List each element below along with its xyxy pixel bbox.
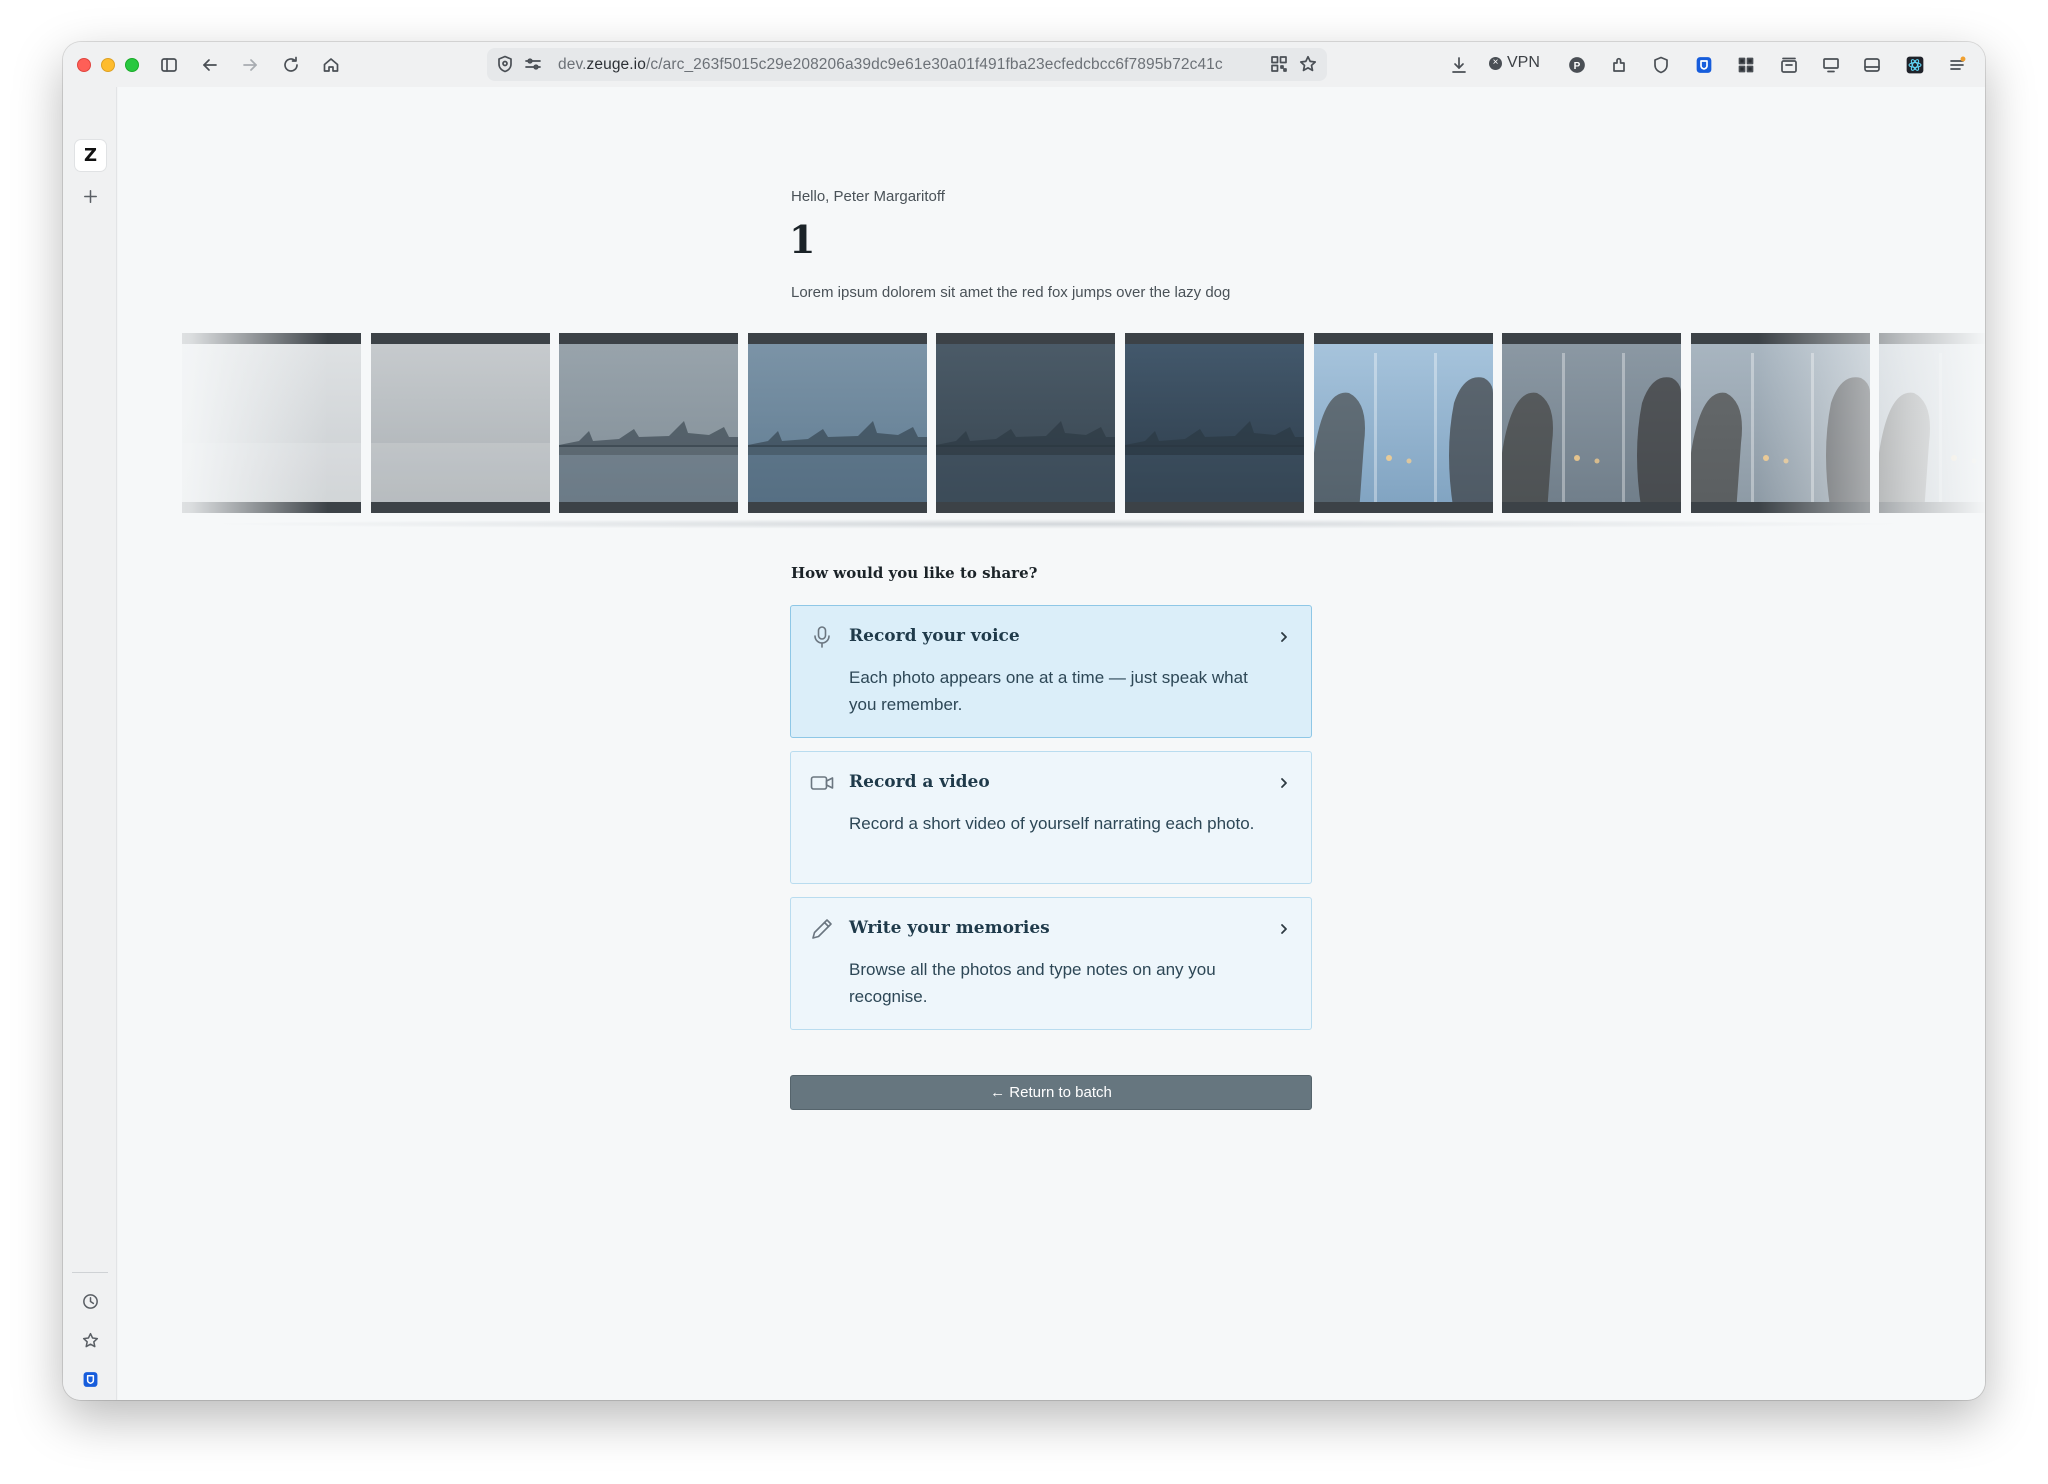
page-subtitle: Lorem ipsum dolorem sit amet the red fox… (791, 284, 1231, 301)
page-title-number: 1 (789, 217, 816, 262)
film-edge (1125, 502, 1304, 513)
url-path: /c/arc_263f5015c29e208206a39dc9e61e30a01… (645, 56, 1223, 73)
share-question-heading: How would you like to share? (791, 564, 1038, 582)
bookmark-star-icon[interactable] (1296, 52, 1320, 76)
minimize-window-button[interactable] (101, 57, 115, 72)
window-controls (77, 57, 139, 72)
microphone-icon (809, 624, 835, 650)
filmstrip-shadow (198, 519, 1918, 529)
film-edge (1313, 502, 1493, 513)
filmstrip-photo (1125, 333, 1304, 513)
record-video-option[interactable]: Record a video Record a short video of y… (790, 751, 1312, 884)
film-edge (370, 333, 550, 344)
react-devtools-icon[interactable] (1903, 53, 1927, 77)
downloads-icon[interactable] (1447, 53, 1471, 77)
url-domain: zeuge.io (586, 56, 646, 73)
qr-code-icon[interactable] (1267, 52, 1291, 76)
address-bar[interactable]: dev.zeuge.io/c/arc_263f5015c29e208206a39… (487, 48, 1327, 81)
screen-share-icon[interactable] (1819, 53, 1843, 77)
filmstrip-photo (370, 333, 550, 513)
bitwarden-icon[interactable] (1692, 53, 1716, 77)
sidebar-divider (72, 1272, 108, 1273)
film-edge (559, 502, 739, 513)
film-edge (1125, 333, 1304, 344)
favorites-star-icon[interactable] (78, 1328, 102, 1352)
sidebar-panel-icon[interactable] (1860, 53, 1884, 77)
vpn-status-icon: × (1489, 56, 1502, 70)
chevron-right-icon (1277, 922, 1291, 936)
option-description: Each photo appears one at a time — just … (849, 668, 1248, 714)
option-title: Write your memories (849, 918, 1050, 938)
home-icon[interactable] (319, 53, 343, 77)
close-window-button[interactable] (77, 57, 91, 72)
film-edge (559, 333, 739, 344)
filmstrip-fade-left (118, 333, 328, 513)
filmstrip-photo (936, 333, 1116, 513)
filmstrip-photo (559, 333, 739, 513)
page-content: Hello, Peter Margaritoff 1 Lorem ipsum d… (118, 87, 1985, 1400)
add-tab-icon[interactable] (78, 184, 102, 208)
url-prefix: dev. (558, 56, 587, 73)
filmstrip-photo (1313, 333, 1493, 513)
back-arrow-icon[interactable] (198, 53, 222, 77)
site-settings-icon[interactable] (521, 52, 545, 76)
url-text[interactable]: dev.zeuge.io/c/arc_263f5015c29e208206a39… (558, 56, 1223, 74)
film-edge (747, 333, 927, 344)
sidebar-toggle-icon[interactable] (157, 53, 181, 77)
chevron-right-icon (1277, 630, 1291, 644)
film-edge (747, 502, 927, 513)
option-description: Record a short video of yourself narrati… (849, 814, 1255, 833)
video-camera-icon (809, 770, 835, 796)
menu-icon[interactable] (1945, 53, 1969, 77)
ublock-shield-icon[interactable] (1649, 53, 1673, 77)
option-description: Browse all the photos and type notes on … (849, 960, 1216, 1006)
filmstrip-fade-right (1758, 333, 1985, 513)
film-edge (936, 333, 1116, 344)
history-clock-icon[interactable] (78, 1289, 102, 1313)
extensions-puzzle-icon[interactable] (1607, 53, 1631, 77)
svg-text:P: P (1574, 61, 1581, 72)
pencil-icon (809, 916, 835, 942)
tab-archive-icon[interactable] (1777, 53, 1801, 77)
film-edge (370, 502, 550, 513)
browser-window: dev.zeuge.io/c/arc_263f5015c29e208206a39… (63, 42, 1985, 1400)
film-edge (1502, 502, 1682, 513)
film-edge (936, 502, 1116, 513)
vpn-button[interactable]: × VPN (1489, 54, 1540, 72)
bitwarden-sidebar-icon[interactable] (78, 1367, 102, 1391)
shield-icon[interactable] (493, 52, 517, 76)
p-extension-icon[interactable]: P (1565, 53, 1589, 77)
apps-grid-icon[interactable] (1734, 53, 1758, 77)
maximize-window-button[interactable] (125, 57, 139, 72)
photo-filmstrip (118, 333, 1985, 513)
filmstrip-photo (747, 333, 927, 513)
greeting-text: Hello, Peter Margaritoff (791, 188, 945, 205)
film-edge (1313, 333, 1493, 344)
film-edge (1502, 333, 1682, 344)
chevron-right-icon (1277, 776, 1291, 790)
record-voice-option[interactable]: Record your voice Each photo appears one… (790, 605, 1312, 738)
app-tab-z[interactable]: Z (75, 140, 106, 171)
reload-icon[interactable] (279, 53, 303, 77)
vpn-label: VPN (1507, 54, 1540, 71)
forward-arrow-icon[interactable] (238, 53, 262, 77)
filmstrip-photo (1502, 333, 1682, 513)
option-title: Record a video (849, 772, 990, 792)
return-to-batch-button[interactable]: ← Return to batch (790, 1075, 1312, 1110)
option-title: Record your voice (849, 626, 1020, 646)
write-memories-option[interactable]: Write your memories Browse all the photo… (790, 897, 1312, 1030)
browser-sidebar: Z (63, 87, 117, 1400)
